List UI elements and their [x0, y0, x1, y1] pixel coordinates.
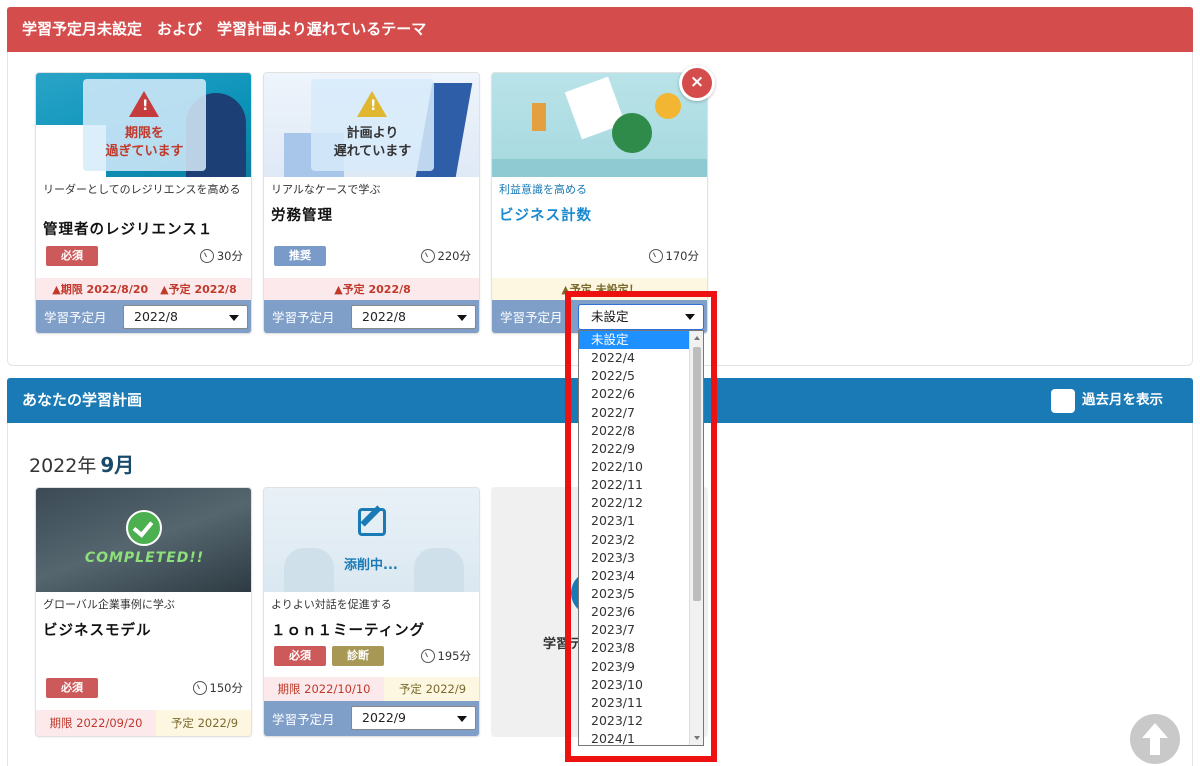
dropdown-scrollbar[interactable]: [689, 331, 703, 745]
scroll-up-icon[interactable]: [694, 336, 700, 340]
clock-icon: [192, 681, 207, 695]
dropdown-option[interactable]: 2023/4: [579, 567, 690, 585]
close-icon[interactable]: ×: [679, 65, 715, 101]
dropdown-option[interactable]: 2022/5: [579, 367, 690, 385]
deadline-cell: 期限 2022/09/20: [36, 710, 156, 736]
duration: 170分: [648, 248, 699, 264]
dropdown-option[interactable]: 未設定: [579, 331, 690, 350]
plan-month-options[interactable]: 未設定 2022/4 2022/5 2022/6 2022/7 2022/8 2022/9 2…: [578, 330, 704, 746]
dropdown-option[interactable]: 2022/6: [579, 385, 690, 403]
delayed-overlay: ! 計画より 遅れています: [311, 79, 434, 171]
dropdown-option[interactable]: 2023/3: [579, 549, 690, 567]
plan-month-select[interactable]: 2022/8: [123, 305, 248, 329]
past-months-label[interactable]: 過去月を表示: [1082, 378, 1163, 423]
chevron-down-icon: [685, 314, 695, 320]
theme-card-1on1[interactable]: 添削中... よりよい対話を促進する １ｏｎ１ミーティング 必須 診断 195分…: [263, 487, 480, 737]
plan-month-label: 学習予定月: [500, 310, 563, 325]
overlay-text: 計画より 遅れています: [333, 126, 412, 159]
required-badge: 必須: [46, 246, 98, 266]
arrow-up-icon: [1142, 723, 1168, 755]
dropdown-option[interactable]: 2023/6: [579, 603, 690, 621]
plan-cell: 予定 2022/9: [156, 710, 251, 736]
status-row: ▲予定 2022/8: [264, 278, 479, 300]
dropdown-option[interactable]: 2022/4: [579, 349, 690, 367]
card-thumbnail: ! 期限を 過ぎています: [36, 73, 251, 177]
plan-status: ▲予定 2022/8: [334, 283, 411, 296]
reviewing-overlay: 添削中...: [344, 558, 398, 573]
theme-card-business-model[interactable]: COMPLETED!! グローバル企業事例に学ぶ ビジネスモデル 必須 150分…: [35, 487, 252, 737]
dropdown-option[interactable]: 2023/8: [579, 639, 690, 657]
dropdown-option[interactable]: 2022/12: [579, 494, 690, 512]
dropdown-option[interactable]: 2022/10: [579, 458, 690, 476]
plan-month-select[interactable]: 2022/9: [351, 706, 476, 730]
required-badge: 必須: [274, 646, 326, 666]
plan-month-label: 学習予定月: [272, 712, 335, 727]
dropdown-option[interactable]: 2023/7: [579, 621, 690, 639]
theme-card-labor[interactable]: ! 計画より 遅れています リアルなケースで学ぶ 労務管理 推奨 220分 ▲予…: [263, 72, 480, 334]
deadline-cell: 期限 2022/10/10: [264, 677, 384, 701]
card-title: 管理者のレジリエンス１: [43, 222, 214, 238]
plan-month-select[interactable]: 2022/8: [351, 305, 476, 329]
dropdown-option[interactable]: 2022/8: [579, 422, 690, 440]
month-heading: 2022年 9月: [29, 453, 135, 477]
dropdown-option[interactable]: 2023/2: [579, 531, 690, 549]
plan-month-row: 学習予定月 2022/9: [264, 701, 479, 736]
plan-month-label: 学習予定月: [272, 310, 335, 325]
completed-overlay: COMPLETED!!: [84, 550, 205, 566]
clock-icon: [420, 249, 435, 263]
scrollbar-thumb[interactable]: [693, 347, 701, 601]
dropdown-option[interactable]: 2022/9: [579, 440, 690, 458]
overlay-text: 期限を 過ぎています: [105, 126, 184, 159]
plan-month-row: 学習予定月 2022/8: [36, 300, 251, 333]
plan-month-label: 学習予定月: [44, 310, 107, 325]
chevron-down-icon: [457, 716, 467, 722]
card-title: ビジネス計数: [499, 208, 592, 224]
dropdown-option[interactable]: 2023/10: [579, 676, 690, 694]
dropdown-option[interactable]: 2023/5: [579, 585, 690, 603]
overdue-section-header: 学習予定月未設定 および 学習計画より遅れているテーマ: [7, 7, 1193, 52]
card-title: ビジネスモデル: [43, 623, 152, 639]
card-subtitle: 利益意識を高める: [499, 183, 587, 196]
overdue-overlay: ! 期限を 過ぎています: [83, 79, 206, 171]
chevron-down-icon: [457, 315, 467, 321]
dropdown-option[interactable]: 2023/1: [579, 512, 690, 530]
duration: 30分: [199, 248, 243, 264]
diagnosis-badge: 診断: [332, 646, 384, 666]
scroll-down-icon[interactable]: [694, 736, 700, 740]
card-thumbnail: ! 計画より 遅れています: [264, 73, 479, 177]
clock-icon: [199, 249, 214, 263]
card-title: １ｏｎ１ミーティング: [271, 623, 426, 639]
card-thumbnail: [492, 73, 707, 177]
theme-card-resilience[interactable]: ! 期限を 過ぎています リーダーとしてのレジリエンスを高める 管理者のレジリエ…: [35, 72, 252, 334]
status-row: ▲期限 2022/8/20 ▲予定 2022/8: [36, 278, 251, 300]
card-subtitle: よりよい対話を促進する: [271, 598, 392, 611]
required-badge: 必須: [46, 678, 98, 698]
deadline-status: ▲期限 2022/8/20: [52, 283, 149, 296]
recommended-badge: 推奨: [274, 246, 326, 266]
card-subtitle: リアルなケースで学ぶ: [271, 183, 381, 196]
duration: 195分: [420, 648, 471, 664]
card-title: 労務管理: [271, 208, 333, 224]
dropdown-option[interactable]: 2022/11: [579, 476, 690, 494]
card-subtitle: リーダーとしてのレジリエンスを高める: [43, 183, 241, 196]
plan-month-select-open[interactable]: 未設定: [578, 304, 704, 330]
dropdown-option[interactable]: 2022/7: [579, 404, 690, 422]
scroll-to-top-button[interactable]: [1130, 714, 1180, 764]
card-thumbnail: COMPLETED!!: [36, 488, 251, 592]
chevron-down-icon: [229, 315, 239, 321]
clock-icon: [420, 649, 435, 663]
past-months-checkbox[interactable]: [1051, 389, 1075, 413]
dropdown-option[interactable]: 2023/11: [579, 694, 690, 712]
clock-icon: [648, 249, 663, 263]
plan-status: ▲予定 2022/8: [160, 283, 237, 296]
dropdown-option[interactable]: 2024/1: [579, 730, 690, 745]
card-thumbnail: 添削中...: [264, 488, 479, 592]
dropdown-option[interactable]: 2023/12: [579, 712, 690, 730]
duration: 220分: [420, 248, 471, 264]
card-subtitle: グローバル企業事例に学ぶ: [43, 598, 175, 611]
dropdown-option[interactable]: 2023/9: [579, 658, 690, 676]
plan-cell: 予定 2022/9: [384, 677, 479, 701]
plan-month-row: 学習予定月 2022/8: [264, 300, 479, 333]
duration: 150分: [192, 680, 243, 696]
